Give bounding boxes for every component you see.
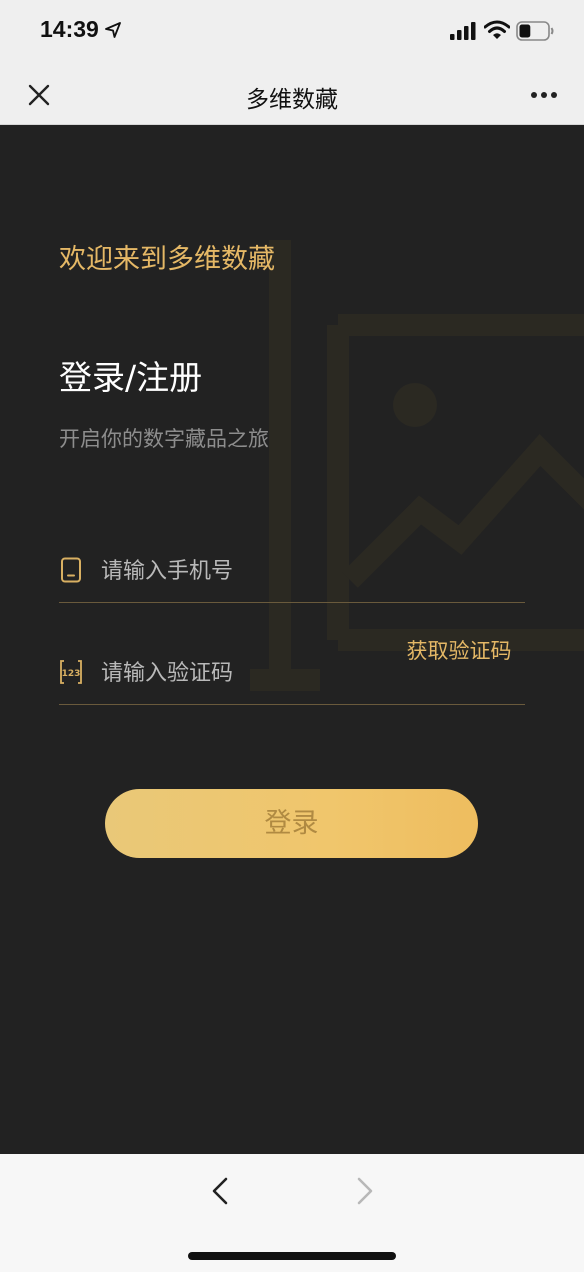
get-code-button[interactable]: 获取验证码 <box>405 637 513 666</box>
chevron-left-icon[interactable] <box>204 1174 238 1208</box>
code-icon-text: 123 <box>62 669 81 679</box>
battery-icon <box>516 21 554 41</box>
home-indicator <box>188 1252 396 1260</box>
bottom-toolbar <box>0 1154 584 1272</box>
location-arrow-icon <box>105 22 121 38</box>
code-field: 123 获取验证码 <box>59 639 525 705</box>
code-icon: 123 <box>60 660 82 684</box>
screen: 14:39 多维数藏 欢迎来到多维数藏 登录/注册 开启你的数字藏品之旅 请输入… <box>0 0 584 1272</box>
phone-field <box>59 543 525 603</box>
login-subtitle: 开启你的数字藏品之旅 <box>59 427 269 451</box>
code-input[interactable] <box>101 651 381 695</box>
status-time: 14:39 <box>40 16 99 42</box>
more-button[interactable] <box>520 82 568 108</box>
login-button[interactable]: 登录 <box>105 789 478 858</box>
phone-input[interactable] <box>101 549 381 593</box>
image-watermark-icon <box>250 240 584 691</box>
signal-icon <box>450 22 476 40</box>
login-heading: 登录/注册 <box>59 358 203 397</box>
login-panel: 欢迎来到多维数藏 登录/注册 开启你的数字藏品之旅 123 获取验证码 登录 <box>0 125 584 1154</box>
welcome-text: 欢迎来到多维数藏 <box>59 244 275 275</box>
status-bar: 14:39 <box>0 0 584 64</box>
phone-icon <box>61 557 81 583</box>
nav-bar: 多维数藏 <box>0 64 584 125</box>
wifi-icon <box>484 20 510 39</box>
chevron-right-icon[interactable] <box>347 1174 381 1208</box>
page-title: 多维数藏 <box>246 87 338 113</box>
